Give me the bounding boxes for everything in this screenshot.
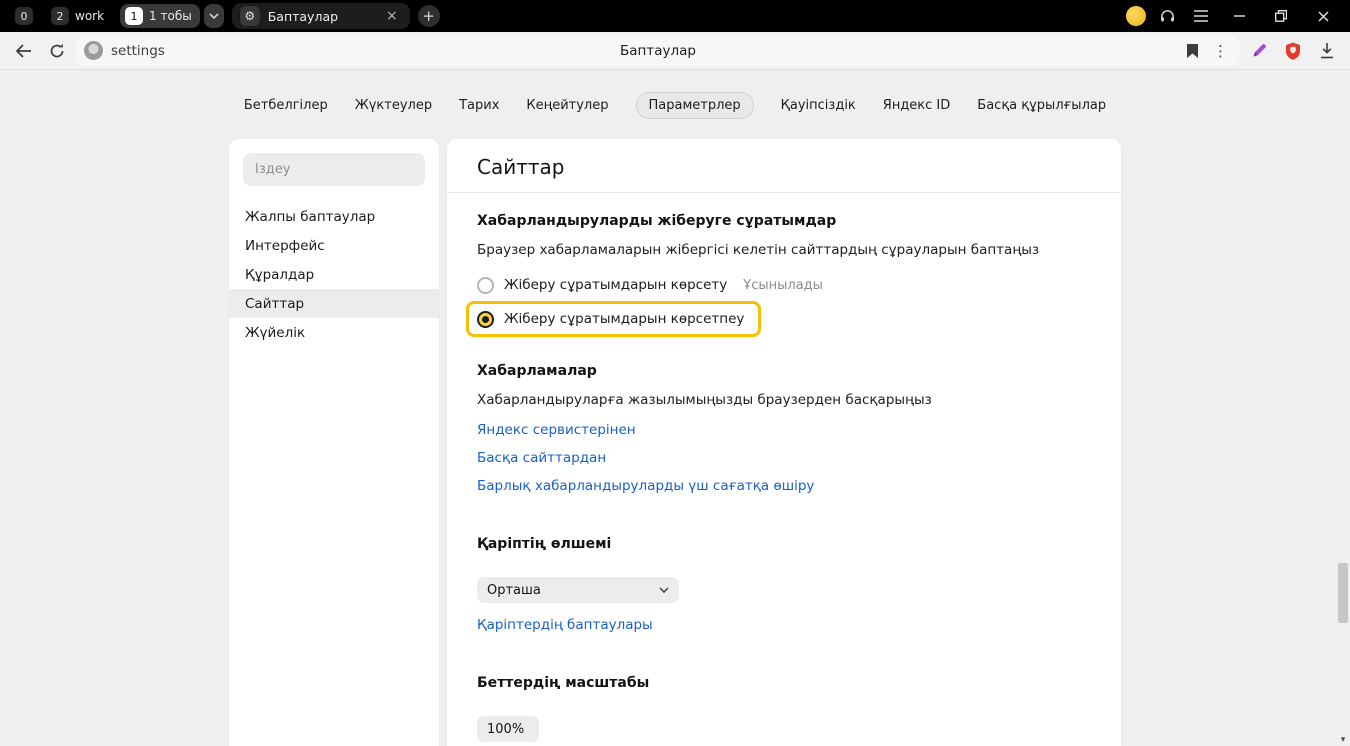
page-title: Сайттар bbox=[447, 139, 1121, 192]
nav-tab-settings[interactable]: Параметрлер bbox=[636, 92, 754, 119]
reload-button[interactable] bbox=[42, 36, 72, 66]
gear-icon: ⚙ bbox=[240, 6, 260, 26]
browser-toolbar: settings Баптаулар ⋮ bbox=[0, 32, 1350, 70]
new-tab-button[interactable]: + bbox=[418, 5, 440, 27]
headset-icon[interactable] bbox=[1154, 3, 1180, 29]
more-options-icon[interactable]: ⋮ bbox=[1213, 42, 1228, 60]
section-page-zoom: Беттердің масштабы 100% Сайттың баптаула… bbox=[477, 675, 1091, 746]
radio-label: Жіберу сұратымдарын көрсету bbox=[504, 277, 727, 293]
restore-button[interactable] bbox=[1264, 2, 1298, 30]
url-text: settings bbox=[111, 43, 165, 59]
sidebar-item-general[interactable]: Жалпы баптаулар bbox=[229, 202, 439, 231]
radio-show-requests[interactable]: Жіберу сұратымдарын көрсету Ұсынылады bbox=[477, 272, 1091, 298]
minimize-button[interactable] bbox=[1222, 2, 1256, 30]
sidebar-item-tools[interactable]: Құралдар bbox=[229, 260, 439, 289]
tab-bar: 0 2 work 1 1 тобы ⚙ Баптаулар × + bbox=[0, 0, 1350, 32]
browser-badge-icon bbox=[84, 41, 103, 60]
avatar[interactable] bbox=[1126, 6, 1146, 26]
section-title: Хабарламалар bbox=[477, 363, 1091, 379]
section-title: Қаріптің өлшемі bbox=[477, 536, 1091, 552]
font-size-select[interactable]: Орташа bbox=[477, 577, 679, 603]
tab-group-zero[interactable]: 0 bbox=[10, 4, 38, 28]
nav-tab-extensions[interactable]: Кеңейтулер bbox=[526, 98, 608, 113]
tab-group-chevron-down-icon[interactable] bbox=[204, 4, 224, 28]
page-title-centered: Баптаулар bbox=[620, 43, 696, 59]
page-zoom-value: 100% bbox=[487, 722, 524, 737]
nav-tab-downloads[interactable]: Жүктеулер bbox=[355, 98, 432, 113]
tab-group-work[interactable]: 2 work bbox=[46, 4, 112, 28]
search-input[interactable] bbox=[255, 162, 413, 177]
link-mute-all-three-hours[interactable]: Барлық хабарландыруларды үш сағатқа өшір… bbox=[477, 478, 1091, 494]
tab-title: Баптаулар bbox=[268, 9, 338, 24]
tab-group-label: work bbox=[75, 9, 107, 23]
sidebar-item-system[interactable]: Жүйелік bbox=[229, 318, 439, 347]
scrollbar-thumb[interactable] bbox=[1338, 563, 1348, 623]
recommended-hint: Ұсынылады bbox=[743, 278, 823, 293]
edit-pen-icon[interactable] bbox=[1244, 36, 1274, 66]
protect-shield-icon[interactable] bbox=[1278, 36, 1308, 66]
nav-tab-yandex-id[interactable]: Яндекс ID bbox=[883, 98, 951, 113]
section-font-size: Қаріптің өлшемі Орташа Қаріптердің бапта… bbox=[477, 536, 1091, 633]
link-other-sites[interactable]: Басқа сайттардан bbox=[477, 450, 1091, 466]
section-title: Беттердің масштабы bbox=[477, 675, 1091, 691]
tab-group-count: 0 bbox=[15, 7, 33, 25]
radio-checked-icon[interactable] bbox=[477, 311, 494, 328]
tab-close-icon[interactable]: × bbox=[382, 7, 402, 25]
close-button[interactable] bbox=[1306, 2, 1340, 30]
link-yandex-services[interactable]: Яндекс сервистерінен bbox=[477, 422, 1091, 438]
scroll-down-icon[interactable]: ▾ bbox=[1338, 736, 1348, 745]
sidebar-item-sites[interactable]: Сайттар bbox=[229, 289, 439, 318]
radio-label: Жіберу сұратымдарын көрсетпеу bbox=[504, 311, 744, 327]
tab-group-count: 1 bbox=[125, 7, 143, 25]
settings-sidebar: Жалпы баптаулар Интерфейс Құралдар Сайтт… bbox=[229, 139, 439, 746]
settings-content: Жалпы баптаулар Интерфейс Құралдар Сайтт… bbox=[0, 139, 1350, 746]
highlight-annotation: Жіберу сұратымдарын көрсетпеу bbox=[466, 301, 761, 337]
settings-sections: Хабарландыруларды жіберуге сұратымдар Бр… bbox=[447, 193, 1121, 746]
tab-settings[interactable]: ⚙ Баптаулар × bbox=[232, 3, 410, 29]
settings-main: Сайттар Хабарландыруларды жіберуге сұрат… bbox=[447, 139, 1121, 746]
link-font-settings[interactable]: Қаріптердің баптаулары bbox=[477, 617, 653, 633]
nav-tab-other-devices[interactable]: Басқа құрылғылар bbox=[977, 98, 1106, 113]
radio-unchecked-icon[interactable] bbox=[477, 277, 494, 294]
radio-hide-requests[interactable]: Жіберу сұратымдарын көрсетпеу bbox=[477, 306, 744, 332]
section-description: Хабарландыруларға жазылымыңызды браузерд… bbox=[477, 392, 1091, 408]
nav-tab-security[interactable]: Қауіпсіздік bbox=[781, 98, 856, 113]
bookmark-icon[interactable] bbox=[1186, 43, 1199, 59]
settings-page: Бетбелгілер Жүктеулер Тарих Кеңейтулер П… bbox=[0, 70, 1350, 746]
font-size-value: Орташа bbox=[487, 583, 541, 598]
scrollbar[interactable]: ▾ bbox=[1336, 70, 1350, 746]
settings-nav-tabs: Бетбелгілер Жүктеулер Тарих Кеңейтулер П… bbox=[0, 70, 1350, 139]
page-zoom-select[interactable]: 100% bbox=[477, 716, 539, 742]
tab-group-label: 1 тобы bbox=[149, 9, 195, 23]
tab-group-count: 2 bbox=[51, 7, 69, 25]
menu-icon[interactable] bbox=[1188, 3, 1214, 29]
nav-tab-bookmarks[interactable]: Бетбелгілер bbox=[244, 98, 328, 113]
section-notification-requests: Хабарландыруларды жіберуге сұратымдар Бр… bbox=[477, 213, 1091, 337]
nav-tab-history[interactable]: Тарих bbox=[459, 98, 499, 113]
address-bar[interactable]: settings Баптаулар ⋮ bbox=[76, 36, 1240, 66]
sidebar-item-interface[interactable]: Интерфейс bbox=[229, 231, 439, 260]
section-title: Хабарландыруларды жіберуге сұратымдар bbox=[477, 213, 1091, 229]
chevron-down-icon bbox=[659, 587, 669, 593]
section-notifications: Хабарламалар Хабарландыруларға жазылымың… bbox=[477, 363, 1091, 494]
back-button[interactable] bbox=[8, 36, 38, 66]
notification-links: Яндекс сервистерінен Басқа сайттардан Ба… bbox=[477, 422, 1091, 494]
browser-window: 0 2 work 1 1 тобы ⚙ Баптаулар × + bbox=[0, 0, 1350, 746]
download-icon[interactable] bbox=[1312, 36, 1342, 66]
tab-group-active[interactable]: 1 1 тобы bbox=[120, 4, 200, 28]
sidebar-search[interactable] bbox=[243, 153, 425, 186]
section-description: Браузер хабарламаларын жібергісі келетін… bbox=[477, 242, 1091, 258]
